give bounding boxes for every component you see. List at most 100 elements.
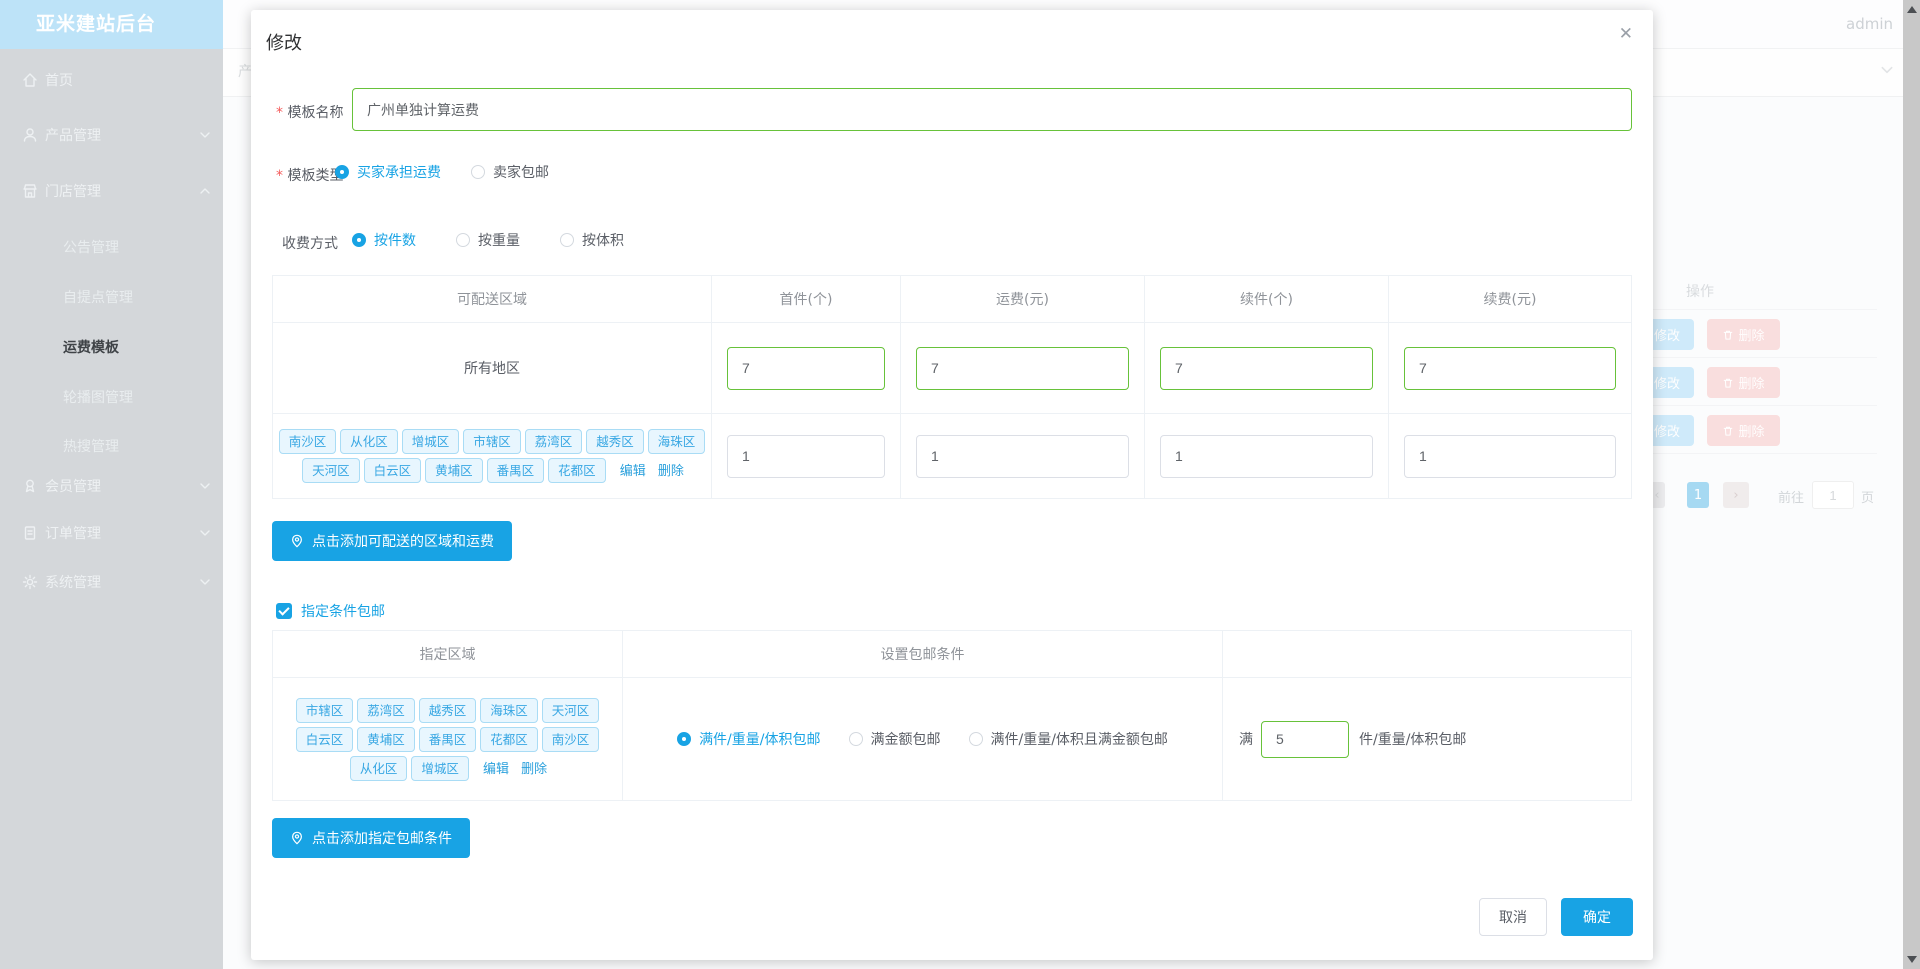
trash-icon — [1724, 378, 1733, 388]
col-header-blank — [1223, 631, 1632, 678]
shipping-table: 可配送区域 首件(个) 运费(元) 续件(个) 续费(元) 所有地区 南沙区从化… — [272, 275, 1632, 499]
edit-template-modal: 修改 ✕ 模板名称 模板类型 买家承担运费 卖家包邮 收费方式 按件数 — [251, 10, 1653, 960]
map-pin-icon — [292, 831, 302, 845]
chevron-down-icon — [1881, 66, 1893, 74]
sidebar-item-orders[interactable]: 订单管理 — [0, 513, 223, 553]
region-tag: 白云区 — [295, 726, 354, 752]
shipping-table-header-row: 可配送区域 首件(个) 运费(元) 续件(个) 续费(元) — [273, 276, 1632, 323]
pagination-page-1[interactable]: 1 — [1687, 482, 1709, 508]
additional-fee-input[interactable] — [1404, 434, 1616, 478]
chevron-down-icon — [200, 483, 210, 489]
radio-icon — [848, 732, 863, 746]
radio-seller-free-shipping[interactable]: 卖家包邮 — [471, 162, 549, 182]
sidebar-item-announcements[interactable]: 公告管理 — [63, 237, 119, 257]
region-tag-line: 天河区 白云区 黄埔区 番禺区 花都区 编辑 删除 — [300, 456, 684, 485]
region-tag: 天河区 — [302, 458, 360, 483]
sidebar-item-carousel[interactable]: 轮播图管理 — [63, 387, 133, 407]
sidebar-item-label: 系统管理 — [45, 575, 101, 591]
template-name-input[interactable] — [352, 88, 1632, 131]
sidebar-item-home[interactable]: 首页 — [0, 60, 223, 100]
scroll-up-icon[interactable] — [1907, 6, 1917, 13]
pagination-page-unit: 页 — [1861, 491, 1875, 506]
chevron-down-icon — [200, 579, 210, 585]
sidebar: 亚米建站后台 首页 产品管理 门店管理 公告管理 自提点管理 运费模板 轮播图管… — [0, 0, 223, 969]
pagination-next-button[interactable]: › — [1723, 482, 1749, 508]
close-icon[interactable]: ✕ — [1619, 24, 1633, 44]
edit-regions-link[interactable]: 编辑 — [620, 464, 646, 479]
conditional-free-shipping-checkbox[interactable]: 指定条件包邮 — [276, 601, 385, 621]
region-tag: 黄埔区 — [357, 726, 415, 752]
radio-selected-icon — [335, 165, 349, 179]
pagination-goto-label: 前往 — [1778, 491, 1805, 506]
sidebar-item-shipping-templates[interactable]: 运费模板 — [63, 337, 119, 357]
region-tag: 海珠区 — [647, 429, 706, 454]
region-tag: 增城区 — [411, 755, 469, 781]
edit-condition-regions-link[interactable]: 编辑 — [483, 762, 509, 777]
radio-icon — [968, 732, 983, 746]
fee-input[interactable] — [916, 346, 1129, 390]
chevron-down-icon — [200, 132, 210, 138]
radio-free-by-quantity-and-amount[interactable]: 满件/重量/体积且满金额包邮 — [968, 729, 1168, 749]
region-tag: 海珠区 — [480, 697, 538, 723]
region-tag: 从化区 — [340, 429, 398, 454]
cancel-button[interactable]: 取消 — [1479, 898, 1547, 936]
region-tag: 市辖区 — [295, 697, 354, 723]
condition-table-header-row: 指定区域 设置包邮条件 — [273, 631, 1632, 678]
region-tag-line: 市辖区 荔湾区 越秀区 海珠区 天河区 — [294, 696, 602, 725]
region-tag: 番禺区 — [486, 458, 545, 483]
region-tag: 荔湾区 — [357, 697, 415, 723]
username-label[interactable]: admin — [1846, 15, 1893, 33]
col-header-additional-piece: 续件(个) — [1145, 276, 1389, 323]
confirm-button[interactable]: 确定 — [1561, 898, 1633, 936]
page-scrollbar[interactable] — [1903, 0, 1920, 969]
region-tag: 从化区 — [349, 755, 408, 781]
order-icon — [24, 526, 36, 540]
radio-by-piece[interactable]: 按件数 — [352, 230, 416, 250]
additional-piece-input[interactable] — [1160, 434, 1373, 478]
additional-fee-input[interactable] — [1404, 346, 1616, 390]
col-header-region: 可配送区域 — [273, 276, 712, 323]
additional-piece-input[interactable] — [1160, 346, 1373, 390]
add-region-button[interactable]: 点击添加可配送的区域和运费 — [272, 521, 512, 561]
radio-free-by-amount[interactable]: 满金额包邮 — [848, 729, 941, 749]
modal-title: 修改 — [266, 33, 302, 54]
delete-regions-link[interactable]: 删除 — [658, 464, 684, 479]
radio-by-volume[interactable]: 按体积 — [560, 230, 624, 250]
radio-by-weight[interactable]: 按重量 — [456, 230, 520, 250]
sidebar-item-system[interactable]: 系统管理 — [0, 562, 223, 602]
region-tag: 黄埔区 — [425, 458, 483, 483]
scroll-down-icon[interactable] — [1907, 956, 1917, 963]
sidebar-item-hot-search[interactable]: 热搜管理 — [63, 436, 119, 456]
condition-value-input[interactable] — [1261, 720, 1349, 758]
chevron-up-icon — [200, 188, 210, 194]
radio-icon — [456, 233, 470, 247]
region-tag: 花都区 — [548, 458, 606, 483]
divider — [1653, 309, 1877, 310]
radio-selected-icon — [352, 233, 366, 247]
radio-free-by-quantity[interactable]: 满件/重量/体积包邮 — [677, 729, 821, 749]
delete-condition-regions-link[interactable]: 删除 — [521, 762, 547, 777]
fee-input[interactable] — [916, 434, 1129, 478]
first-piece-input[interactable] — [727, 434, 885, 478]
region-tag-line: 白云区 黄埔区 番禺区 花都区 南沙区 — [294, 725, 602, 754]
table-row-custom-regions: 南沙区 从化区 增城区 市辖区 荔湾区 越秀区 海珠区 天河区 白云区 黄埔区 番禺区 花都区 编辑… — [273, 414, 1632, 499]
sidebar-item-pickup-points[interactable]: 自提点管理 — [63, 287, 133, 307]
col-header-first-piece: 首件(个) — [712, 276, 901, 323]
chevron-down-icon — [200, 530, 210, 536]
delete-button[interactable]: 删除 — [1707, 415, 1780, 446]
radio-buyer-pays[interactable]: 买家承担运费 — [335, 162, 441, 182]
delete-button[interactable]: 删除 — [1707, 319, 1780, 350]
add-condition-button[interactable]: 点击添加指定包邮条件 — [272, 818, 470, 858]
region-all-label: 所有地区 — [273, 323, 712, 414]
sidebar-item-members[interactable]: 会员管理 — [0, 466, 223, 506]
pagination-goto-input[interactable] — [1812, 481, 1854, 509]
delete-button[interactable]: 删除 — [1707, 367, 1780, 398]
condition-table-row: 市辖区 荔湾区 越秀区 海珠区 天河区 白云区 黄埔区 番禺区 花都区 南沙区 从化区 增城区 编… — [273, 678, 1632, 801]
sidebar-item-products[interactable]: 产品管理 — [0, 115, 223, 155]
first-piece-input[interactable] — [727, 346, 885, 390]
divider — [1653, 453, 1877, 454]
sidebar-item-stores[interactable]: 门店管理 — [0, 171, 223, 211]
trash-icon — [1724, 330, 1733, 340]
condition-prefix-label: 满 — [1239, 732, 1253, 748]
template-type-label: 模板类型 — [276, 165, 343, 185]
